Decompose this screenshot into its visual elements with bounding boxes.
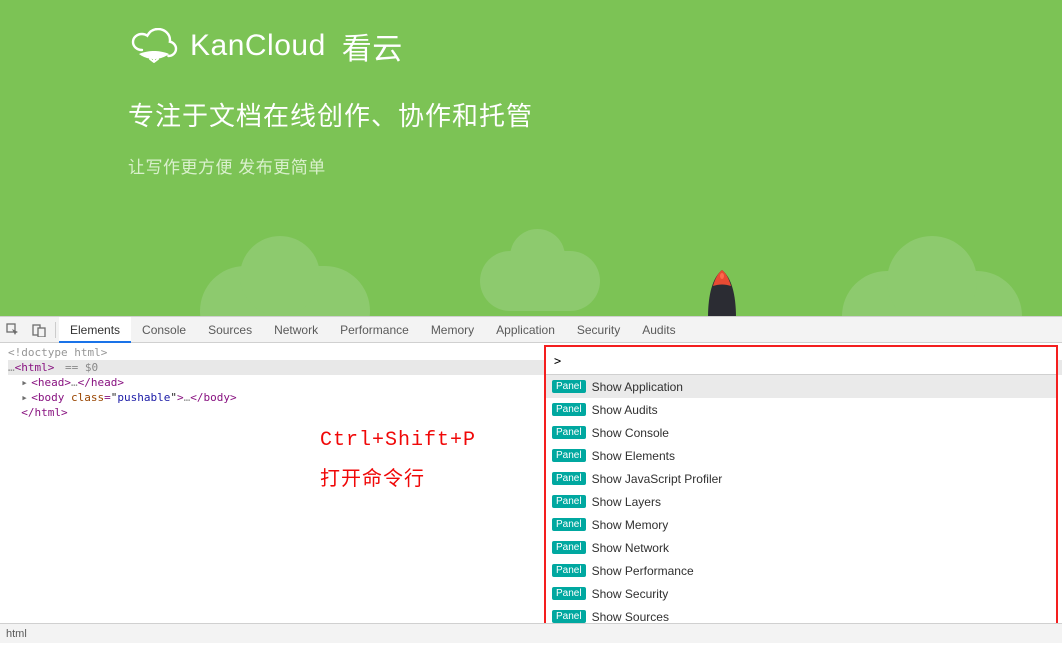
elements-breadcrumb[interactable]: html [0,623,1062,643]
tab-security[interactable]: Security [566,317,631,343]
inspect-element-icon[interactable] [0,317,26,343]
command-badge: Panel [552,403,586,416]
command-menu-item[interactable]: Panel Show Elements [546,444,1056,467]
elements-panel-body: <!doctype html> …<html> == $0 ▸<head>…</… [0,343,1062,643]
tab-sources[interactable]: Sources [197,317,263,343]
command-badge: Panel [552,380,586,393]
command-menu-item[interactable]: Panel Show Security [546,582,1056,605]
command-menu-item[interactable]: Panel Show JavaScript Profiler [546,467,1056,490]
command-badge: Panel [552,495,586,508]
devtools-panel: Elements Console Sources Network Perform… [0,316,1062,643]
command-badge: Panel [552,449,586,462]
tab-memory[interactable]: Memory [420,317,485,343]
command-badge: Panel [552,587,586,600]
tab-network[interactable]: Network [263,317,329,343]
annotation-overlay: Ctrl+Shift+P 打开命令行 [320,421,476,501]
hero-subtagline: 让写作更方便 发布更简单 [128,153,1062,178]
tab-audits[interactable]: Audits [631,317,686,343]
command-menu-item[interactable]: Panel Show Network [546,536,1056,559]
devtools-tabbar: Elements Console Sources Network Perform… [0,317,1062,343]
command-badge: Panel [552,426,586,439]
command-menu-item[interactable]: Panel Show Console [546,421,1056,444]
annotation-desc: 打开命令行 [320,461,476,501]
tab-performance[interactable]: Performance [329,317,420,343]
annotation-shortcut: Ctrl+Shift+P [320,421,476,461]
command-menu-item[interactable]: Panel Show Memory [546,513,1056,536]
command-label: Show Sources [592,610,669,624]
hero-banner: KanCloud 看云 专注于文档在线创作、协作和托管 让写作更方便 发布更简单 [0,0,1062,316]
command-badge: Panel [552,541,586,554]
command-menu-item[interactable]: Panel Show Audits [546,398,1056,421]
cloud-logo-icon [128,28,180,64]
command-label: Show Security [592,587,669,601]
tab-console[interactable]: Console [131,317,197,343]
command-menu: PanelShow ApplicationPanelShow AuditsPan… [544,345,1058,643]
tab-application[interactable]: Application [485,317,566,343]
command-badge: Panel [552,564,586,577]
hero-tagline: 专注于文档在线创作、协作和托管 [128,96,1062,133]
device-toolbar-icon[interactable] [26,317,52,343]
tab-elements[interactable]: Elements [59,317,131,343]
brand-row: KanCloud 看云 [128,24,1062,68]
command-label: Show JavaScript Profiler [592,472,723,486]
brand-en: KanCloud [190,29,326,63]
command-label: Show Performance [592,564,694,578]
command-label: Show Application [592,380,683,394]
command-menu-list[interactable]: PanelShow ApplicationPanelShow AuditsPan… [546,375,1056,641]
command-badge: Panel [552,472,586,485]
rocket-icon [695,268,749,316]
command-menu-item[interactable]: Panel Show Performance [546,559,1056,582]
command-label: Show Audits [592,403,658,417]
command-badge: Panel [552,610,586,623]
command-label: Show Console [592,426,669,440]
command-label: Show Layers [592,495,661,509]
command-label: Show Elements [592,449,675,463]
brand-cn: 看云 [342,24,403,68]
command-menu-item[interactable]: Panel Show Layers [546,490,1056,513]
command-badge: Panel [552,518,586,531]
command-menu-item[interactable]: Panel Show Application [546,375,1056,398]
command-label: Show Network [592,541,669,555]
command-menu-input[interactable] [546,347,1056,375]
decorative-clouds [0,246,1062,316]
command-label: Show Memory [592,518,669,532]
